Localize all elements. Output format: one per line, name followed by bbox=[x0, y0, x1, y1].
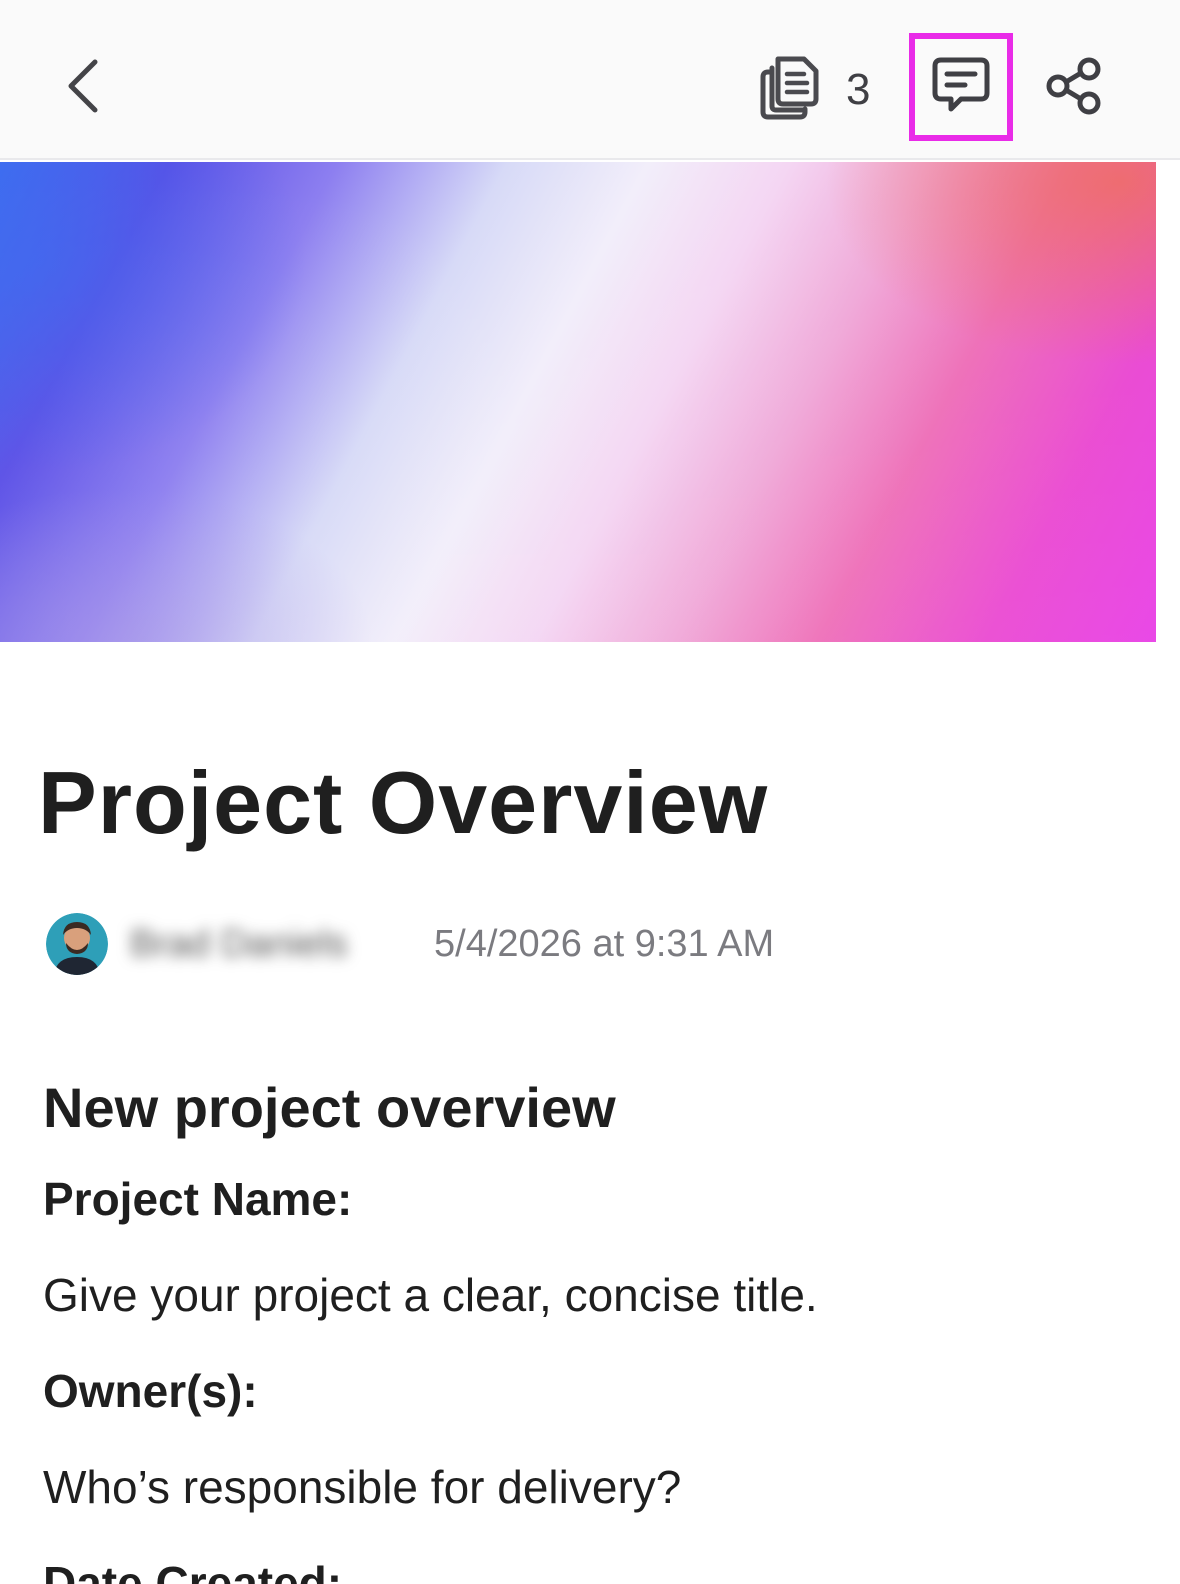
share-icon bbox=[1045, 57, 1103, 120]
chevron-left-icon bbox=[63, 56, 103, 121]
comments-button[interactable] bbox=[909, 33, 1013, 141]
pages-button[interactable]: 3 bbox=[758, 50, 870, 130]
author-avatar[interactable] bbox=[46, 913, 108, 975]
timestamp: 5/4/2026 at 9:31 AM bbox=[434, 922, 775, 965]
author-name: Brad Daniels bbox=[130, 922, 348, 965]
field-value-project-name: Give your project a clear, concise title… bbox=[43, 1269, 818, 1321]
note-page: 3 Project Overview Brad Daniels 5/4/2026… bbox=[0, 0, 1180, 1584]
share-button[interactable] bbox=[1040, 54, 1108, 122]
cover-image bbox=[0, 162, 1156, 642]
field-label-owners: Owner(s): bbox=[43, 1365, 258, 1417]
field-label-project-name: Project Name: bbox=[43, 1173, 353, 1225]
document-body[interactable]: New project overview Project Name: Give … bbox=[43, 1075, 1143, 1584]
top-toolbar: 3 bbox=[0, 0, 1180, 160]
document-stack-icon bbox=[758, 54, 824, 127]
page-title: Project Overview bbox=[38, 753, 769, 852]
field-value-owners: Who’s responsible for delivery? bbox=[43, 1461, 682, 1513]
field-label-date-created: Date Created: bbox=[43, 1557, 343, 1584]
cover-gradient bbox=[0, 162, 1156, 642]
back-button[interactable] bbox=[48, 52, 118, 124]
section-heading: New project overview bbox=[43, 1076, 616, 1139]
document-meta: Brad Daniels 5/4/2026 at 9:31 AM bbox=[46, 913, 774, 975]
pages-count: 3 bbox=[846, 65, 871, 114]
comment-bubble-icon bbox=[931, 55, 991, 120]
